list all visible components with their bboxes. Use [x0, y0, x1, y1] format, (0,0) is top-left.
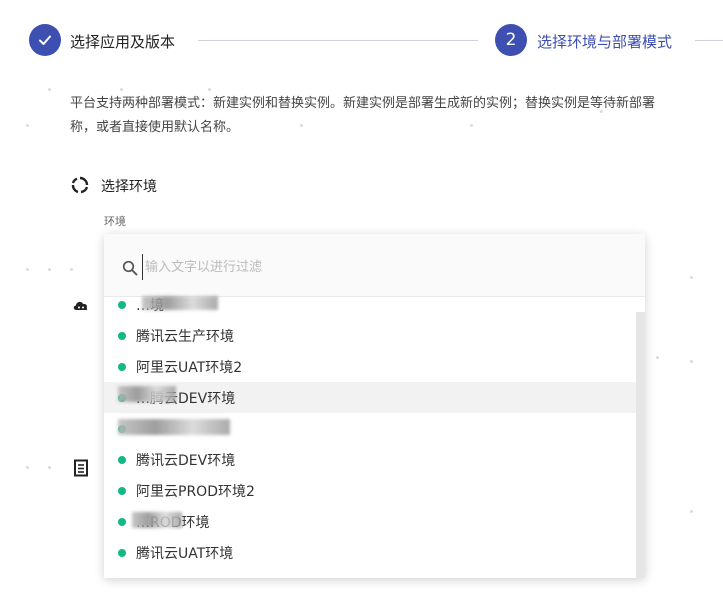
deploy-mode-description: 平台支持两种部署模式：新建实例和替换实例。新建实例是部署生成新的实例；替换实例是…	[70, 92, 723, 140]
env-option[interactable]: 腾讯云生产环境	[104, 320, 636, 351]
env-option[interactable]: 腾讯云DEV环境	[104, 444, 636, 475]
step-connector	[198, 40, 478, 41]
status-dot	[118, 362, 126, 371]
redacted-text	[118, 419, 230, 435]
redacted-text	[142, 296, 218, 310]
environment-dropdown[interactable]: …境 腾讯云生产环境 阿里云UAT环境2 …腾云DEV环境 腾讯云DEV环境 阿	[104, 234, 645, 578]
environment-options: …境 腾讯云生产环境 阿里云UAT环境2 …腾云DEV环境 腾讯云DEV环境 阿	[104, 296, 645, 578]
search-icon	[122, 260, 138, 276]
option-label: 阿里云PROD环境2	[136, 483, 255, 500]
status-dot	[118, 517, 126, 526]
env-option[interactable]: 阿里云PROD环境2	[104, 475, 636, 506]
env-option-hovered[interactable]: …腾云DEV环境	[104, 382, 636, 413]
dropdown-scrollbar[interactable]	[636, 312, 645, 578]
document-icon	[73, 459, 91, 477]
env-option[interactable]: 阿里云UAT环境2	[104, 351, 636, 382]
cloud-icon	[72, 297, 90, 315]
redacted-text	[132, 512, 182, 528]
description-line-2: 称，或者直接使用默认名称。	[70, 120, 240, 135]
option-label: 腾讯云生产环境	[136, 328, 234, 345]
step-2-label[interactable]: 选择环境与部署模式	[537, 31, 672, 52]
loading-ring-icon	[71, 176, 89, 194]
filter-input[interactable]	[142, 254, 607, 280]
status-dot	[118, 455, 126, 464]
filter-bar	[104, 234, 645, 297]
environment-field-label: 环境	[104, 215, 126, 228]
step-1-label[interactable]: 选择应用及版本	[70, 31, 175, 52]
option-label: 腾讯云UAT环境	[136, 545, 234, 562]
description-line-1: 平台支持两种部署模式：新建实例和替换实例。新建实例是部署生成新的实例；替换实例是…	[70, 96, 656, 111]
status-dot	[118, 548, 126, 557]
redacted-text	[118, 386, 176, 402]
option-label: 腾讯云DEV环境	[136, 452, 236, 469]
step-done-icon	[29, 24, 61, 56]
env-option[interactable]: …ROD环境	[104, 506, 636, 537]
section-title-environment: 选择环境	[101, 179, 157, 195]
status-dot	[118, 486, 126, 495]
env-option[interactable]: 腾讯云UAT环境	[104, 537, 636, 568]
step-connector	[695, 40, 723, 41]
option-label: 阿里云UAT环境2	[136, 359, 243, 376]
status-dot	[118, 300, 126, 309]
step-2-number: 2	[495, 24, 527, 56]
status-dot	[118, 331, 126, 340]
